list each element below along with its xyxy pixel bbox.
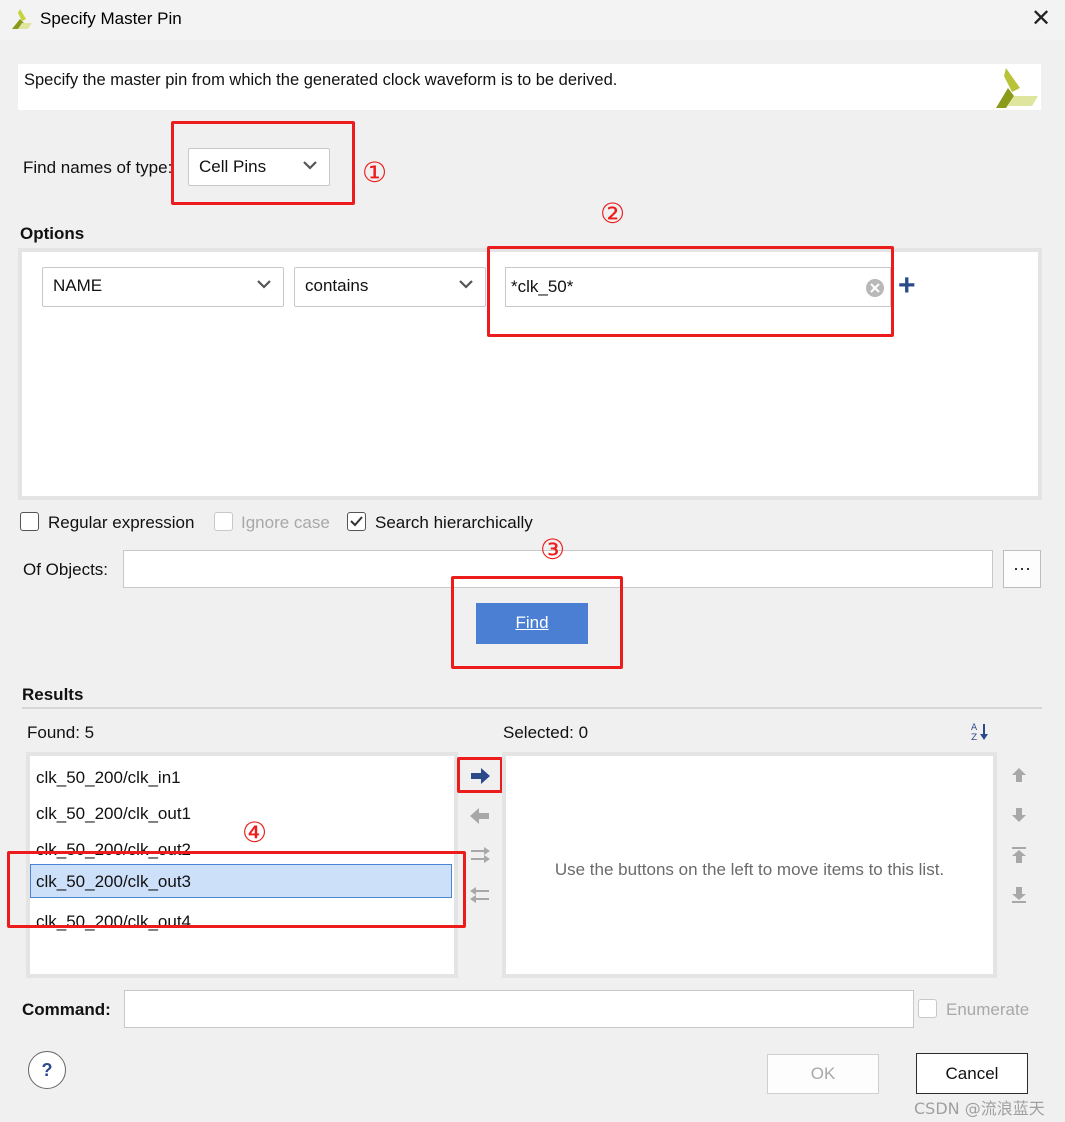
options-title: Options (20, 224, 85, 243)
add-criteria-icon[interactable]: + (898, 268, 916, 304)
regex-label: Regular expression (48, 513, 195, 532)
window-title: Specify Master Pin (40, 9, 182, 28)
regex-checkbox[interactable] (20, 512, 39, 531)
move-all-left-icon[interactable] (469, 886, 491, 904)
move-top-icon[interactable] (1010, 846, 1028, 864)
svg-text:A: A (971, 723, 978, 733)
ignore-case-checkbox[interactable] (214, 512, 233, 531)
move-all-right-icon[interactable] (469, 846, 491, 864)
enumerate-checkbox[interactable] (918, 999, 937, 1018)
annotation-marker-4: ④ (242, 816, 268, 849)
found-count: Found: 5 (27, 723, 95, 742)
svg-text:Z: Z (971, 733, 977, 742)
vivado-brand-icon (996, 68, 1038, 108)
move-bottom-icon[interactable] (1010, 886, 1028, 904)
hierarchical-checkbox[interactable] (347, 512, 366, 531)
option-operator-dropdown[interactable]: contains (294, 267, 486, 307)
list-item[interactable]: clk_50_200/clk_out1 (36, 804, 191, 824)
annotation-marker-3: ③ (540, 533, 566, 566)
browse-objects-button[interactable]: ··· (1003, 550, 1041, 588)
command-label: Command: (22, 1000, 111, 1019)
move-down-icon[interactable] (1010, 806, 1028, 824)
chevron-down-icon (257, 280, 271, 289)
annotation-box-3 (451, 576, 623, 669)
selected-count: Selected: 0 (503, 723, 589, 742)
checkmark-icon (350, 516, 363, 527)
watermark: CSDN @流浪蓝天 (914, 1099, 1045, 1118)
chevron-down-icon (459, 280, 473, 289)
hierarchical-label: Search hierarchically (375, 513, 533, 532)
command-input[interactable] (124, 990, 914, 1028)
option-operator-value: contains (305, 276, 369, 295)
ignore-case-label: Ignore case (241, 513, 330, 532)
annotation-marker-2: ② (600, 197, 626, 230)
annotation-box-5 (457, 757, 503, 793)
results-divider (22, 707, 1042, 709)
annotation-box-2 (487, 246, 894, 337)
move-up-icon[interactable] (1010, 766, 1028, 784)
cancel-button[interactable]: Cancel (916, 1053, 1028, 1094)
close-icon[interactable]: ✕ (1028, 5, 1054, 33)
option-field-dropdown[interactable]: NAME (42, 267, 284, 307)
enumerate-label: Enumerate (946, 1000, 1030, 1019)
selected-list[interactable]: Use the buttons on the left to move item… (502, 752, 997, 978)
find-type-label: Find names of type: (23, 158, 173, 177)
list-item[interactable]: clk_50_200/clk_in1 (36, 768, 181, 788)
annotation-marker-1: ① (362, 156, 388, 189)
option-field-value: NAME (53, 276, 103, 295)
vivado-logo-icon (12, 9, 32, 29)
annotation-box-4 (7, 851, 466, 928)
sort-icon[interactable]: A Z (969, 720, 991, 742)
of-objects-label: Of Objects: (23, 560, 109, 579)
move-left-icon[interactable] (469, 807, 491, 825)
selected-empty-hint: Use the buttons on the left to move item… (554, 860, 945, 879)
annotation-box-1 (171, 121, 355, 205)
help-button[interactable]: ? (28, 1051, 66, 1089)
ok-button[interactable]: OK (767, 1054, 879, 1094)
results-title: Results (22, 685, 84, 704)
header-description: Specify the master pin from which the ge… (24, 71, 618, 89)
